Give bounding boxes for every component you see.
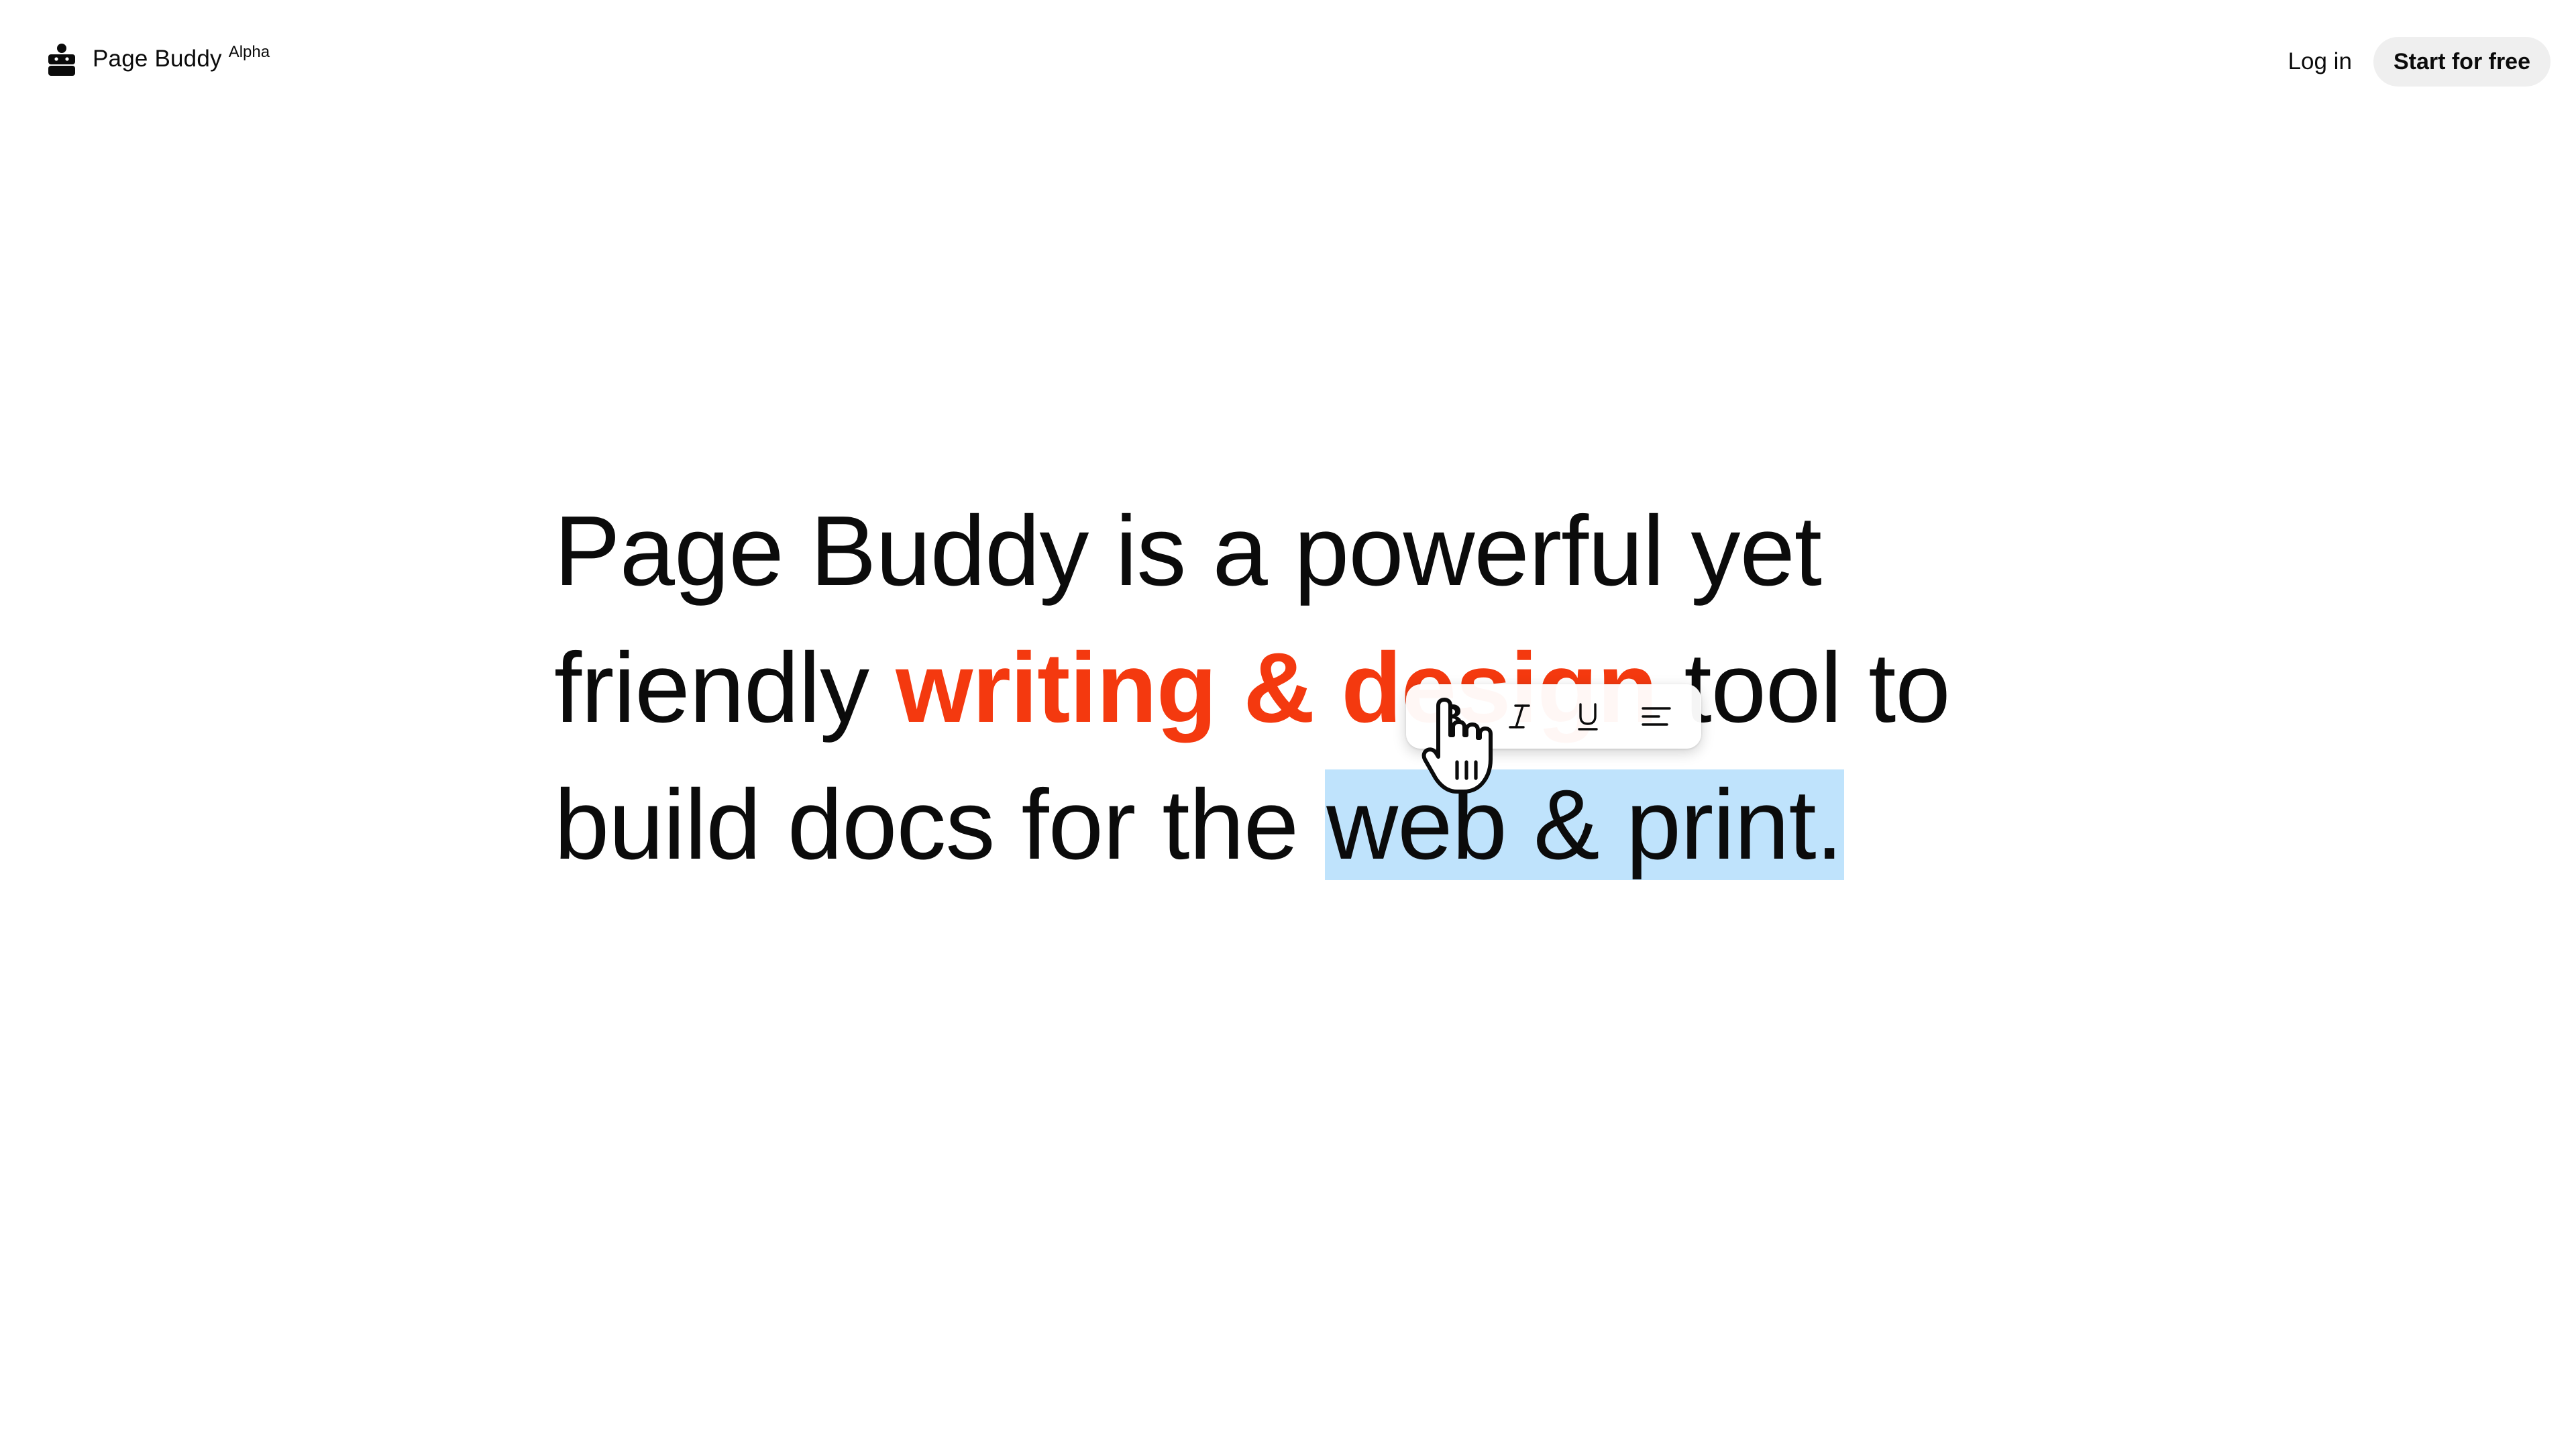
page-buddy-logo-icon xyxy=(48,44,75,76)
selected-text[interactable]: web & print. xyxy=(1325,769,1844,880)
hero-line-3: build docs for the web & print. xyxy=(554,757,2097,894)
login-link[interactable]: Log in xyxy=(2288,48,2352,75)
italic-button[interactable] xyxy=(1493,690,1546,743)
start-for-free-button[interactable]: Start for free xyxy=(2373,37,2551,87)
bold-icon xyxy=(1443,704,1462,730)
underline-button[interactable] xyxy=(1561,690,1615,743)
brand-name: Page Buddy xyxy=(93,46,222,72)
hero-line-3-start: build docs for the xyxy=(554,769,1326,880)
landing-page: Page Buddy Alpha Log in Start for free P… xyxy=(0,0,2576,1449)
align-left-button[interactable] xyxy=(1629,690,1683,743)
underline-icon xyxy=(1578,703,1598,731)
brand-home-link[interactable]: Page Buddy Alpha xyxy=(46,42,270,78)
hero-line-2-start: friendly xyxy=(554,633,896,743)
align-left-icon xyxy=(1642,707,1671,726)
hero-line-1: Page Buddy is a powerful yet xyxy=(554,496,1822,606)
hero-line-2: friendly writing & design tool to xyxy=(554,620,2097,757)
hero-headline: Page Buddy is a powerful yet friendly wr… xyxy=(554,483,2097,894)
italic-icon xyxy=(1509,704,1530,729)
header-nav: Log in Start for free xyxy=(2288,37,2551,87)
formatting-toolbar xyxy=(1406,684,1701,749)
bold-button[interactable] xyxy=(1424,690,1478,743)
alpha-badge: Alpha xyxy=(228,43,270,61)
